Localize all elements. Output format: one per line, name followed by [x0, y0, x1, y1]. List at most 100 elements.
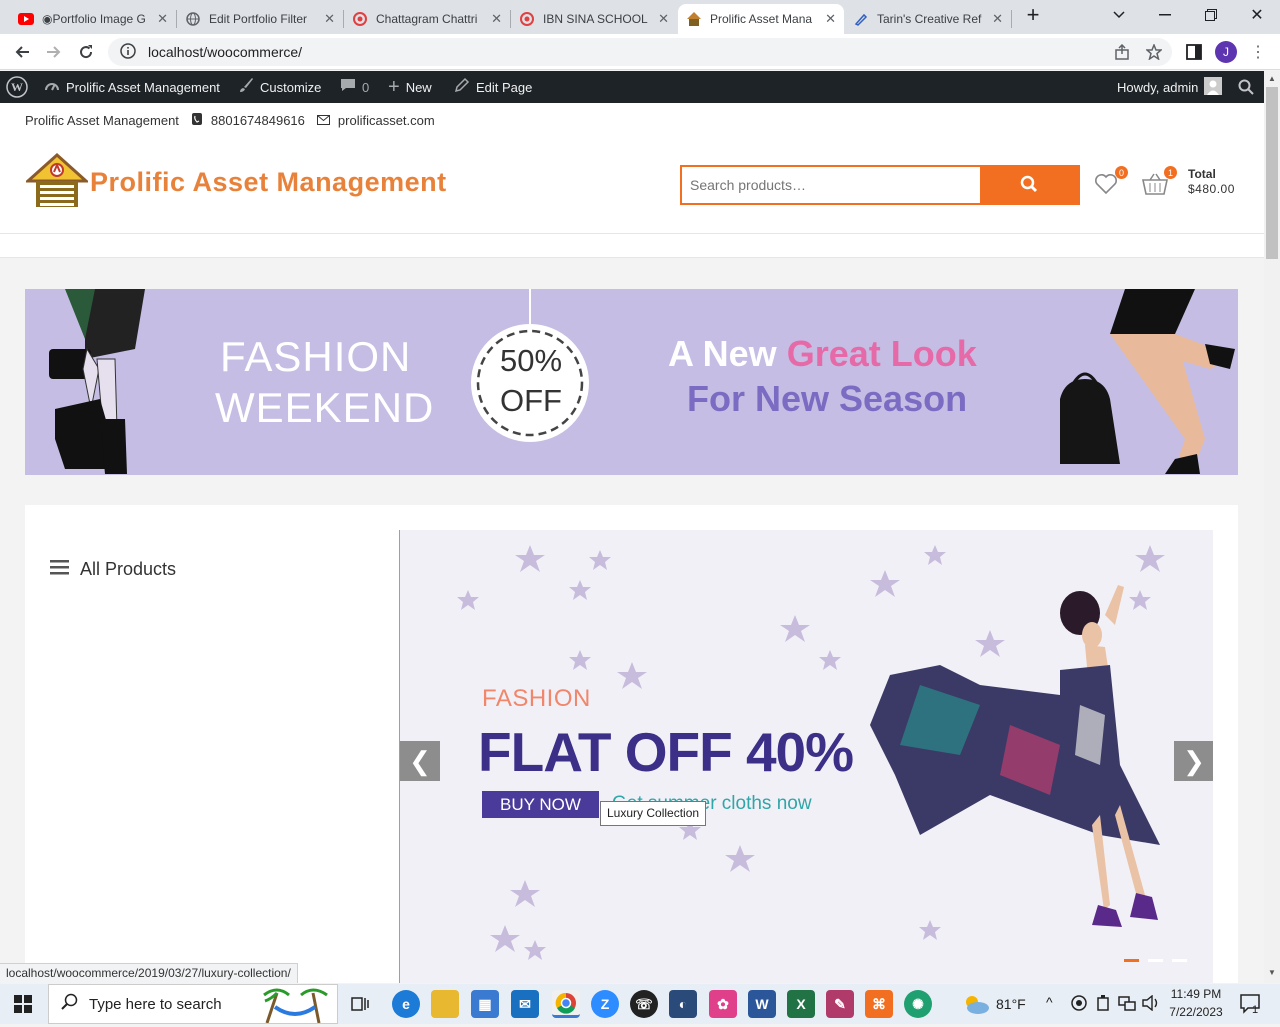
tab-tarin-creative[interactable]: Tarin's Creative Ref ✕	[845, 4, 1011, 34]
banner-line2: WEEKEND	[215, 384, 435, 431]
slider-dot[interactable]	[1172, 959, 1187, 962]
chevron-right-icon: ❯	[1183, 745, 1205, 776]
scroll-up-icon[interactable]: ▲	[1268, 74, 1276, 83]
tray-chevron-up-icon[interactable]: ^	[1046, 994, 1053, 1010]
admin-search-icon[interactable]	[1238, 71, 1254, 103]
hamburger-menu-icon	[50, 559, 69, 580]
scrollbar-thumb[interactable]	[1266, 87, 1278, 259]
tab-edit-portfolio[interactable]: Edit Portfolio Filter ✕	[177, 4, 343, 34]
share-icon[interactable]	[1108, 38, 1136, 66]
admin-account-menu[interactable]: Howdy, admin	[1117, 71, 1223, 103]
promo-banner[interactable]: FASHION WEEKEND 50% OFF A New Great Look…	[25, 289, 1238, 475]
restore-icon[interactable]	[1188, 0, 1234, 30]
admin-new-link[interactable]: + New	[388, 71, 432, 103]
all-products-menu[interactable]: All Products	[50, 559, 176, 580]
tab-prolific-asset[interactable]: Prolific Asset Mana ✕	[678, 4, 844, 34]
slider-dot-active[interactable]	[1124, 959, 1139, 962]
weather-cloud-icon[interactable]	[962, 994, 990, 1017]
pencil-icon	[454, 77, 470, 97]
bookmark-star-icon[interactable]	[1140, 38, 1168, 66]
close-tab-icon[interactable]: ✕	[992, 11, 1003, 27]
close-tab-icon[interactable]: ✕	[324, 11, 335, 27]
excel-icon[interactable]: X	[787, 990, 815, 1018]
beach-hammock-icon	[259, 987, 331, 1027]
tab-ibn-sina[interactable]: IBN SINA SCHOOL ✕	[511, 4, 677, 34]
profile-avatar[interactable]: J	[1212, 38, 1240, 66]
media-player-icon[interactable]: ◐	[669, 990, 697, 1018]
close-tab-icon[interactable]: ✕	[825, 11, 836, 27]
product-search-input[interactable]	[682, 167, 980, 203]
address-bar-row: localhost/woocommerce/ J ⋮	[0, 34, 1280, 70]
close-tab-icon[interactable]: ✕	[491, 11, 502, 27]
task-view-icon[interactable]	[346, 990, 374, 1018]
info-icon[interactable]	[120, 42, 136, 62]
tab-chattagram[interactable]: Chattagram Chattri ✕	[344, 4, 510, 34]
wordpress-logo-icon[interactable]: W	[6, 71, 28, 103]
close-tab-icon[interactable]: ✕	[658, 11, 669, 27]
xampp-icon[interactable]: ⌘	[865, 990, 893, 1018]
email-icon	[316, 113, 330, 128]
topbar-email[interactable]: prolificasset.com	[338, 113, 435, 128]
cart-total-value[interactable]: $480.00	[1188, 182, 1235, 196]
chrome-browser-icon[interactable]	[552, 990, 580, 1018]
admin-comments-link[interactable]: 0	[340, 71, 369, 103]
microsoft-store-icon[interactable]: ▦	[471, 990, 499, 1018]
tab-portfolio-image[interactable]: ◉Portfolio Image G ✕	[10, 4, 176, 34]
cart-basket-icon[interactable]	[1142, 173, 1168, 198]
slider-next-button[interactable]: ❯	[1174, 741, 1213, 781]
back-arrow-icon[interactable]	[8, 38, 36, 66]
chatgpt-icon[interactable]: ✺	[904, 990, 932, 1018]
volume-icon[interactable]	[1142, 994, 1160, 1014]
windows-start-icon[interactable]	[14, 995, 32, 1016]
battery-plug-icon[interactable]	[1096, 995, 1110, 1014]
site-logo-icon[interactable]	[24, 152, 90, 212]
slider-prev-button[interactable]: ❮	[400, 741, 440, 781]
cart-total-label: Total	[1188, 167, 1216, 181]
taskbar-search-box[interactable]: Type here to search	[48, 984, 338, 1024]
tab-title: ◉Portfolio Image G	[42, 12, 146, 26]
url-field[interactable]: localhost/woocommerce/	[108, 38, 1172, 66]
buy-now-button[interactable]: BUY NOW	[482, 791, 599, 818]
tab-title: Prolific Asset Mana	[710, 12, 813, 26]
admin-customize-label: Customize	[260, 79, 322, 95]
close-window-icon[interactable]: ✕	[1234, 0, 1280, 30]
tab-title: IBN SINA SCHOOL	[543, 12, 648, 26]
clock-date[interactable]: 7/22/2023	[1166, 1005, 1226, 1019]
page-scrollbar[interactable]: ▲ ▼	[1264, 71, 1280, 983]
chevron-left-icon: ❮	[409, 745, 431, 776]
reload-icon[interactable]	[72, 38, 100, 66]
site-title[interactable]: Prolific Asset Management	[90, 167, 447, 198]
notification-count: 1	[1252, 1004, 1259, 1016]
network-icon[interactable]	[1118, 995, 1136, 1014]
word-icon[interactable]: W	[748, 990, 776, 1018]
zoom-app-icon[interactable]: Z	[591, 990, 619, 1018]
product-search-button[interactable]	[980, 167, 1078, 203]
admin-edit-page-link[interactable]: Edit Page	[454, 71, 532, 103]
slider-dot[interactable]	[1148, 959, 1163, 962]
forward-arrow-icon[interactable]	[40, 38, 68, 66]
tray-app-icon[interactable]	[1071, 995, 1087, 1014]
side-panel-icon[interactable]	[1180, 38, 1208, 66]
photo-app-icon[interactable]: ✿	[709, 990, 737, 1018]
tab-search-chevron-icon[interactable]	[1096, 0, 1142, 30]
woman-legs-boots-illustration	[49, 289, 145, 474]
paint-app-icon[interactable]: ✎	[826, 990, 854, 1018]
youtube-icon	[18, 11, 34, 27]
topbar-phone[interactable]: 8801674849616	[211, 113, 305, 128]
target-icon	[352, 11, 368, 27]
menu-kebab-icon[interactable]: ⋮	[1244, 38, 1272, 66]
clock-time[interactable]: 11:49 PM	[1166, 987, 1226, 1001]
scroll-down-icon[interactable]: ▼	[1268, 968, 1276, 977]
admin-site-link[interactable]: Prolific Asset Management	[44, 71, 220, 103]
hero-slider[interactable]: FASHION FLAT OFF 40% BUY NOW Get summer …	[399, 530, 1213, 983]
close-tab-icon[interactable]: ✕	[157, 11, 168, 27]
minimize-icon[interactable]	[1142, 0, 1188, 30]
edge-browser-icon[interactable]: e	[392, 990, 420, 1018]
banner-line1: FASHION	[220, 333, 412, 380]
new-tab-button[interactable]: +	[1010, 0, 1056, 30]
admin-customize-link[interactable]: Customize	[238, 71, 321, 103]
wishlist-heart-icon[interactable]	[1094, 173, 1118, 198]
mail-icon[interactable]: ✉	[511, 990, 539, 1018]
whatsapp-icon[interactable]: ☏	[630, 990, 658, 1018]
file-explorer-icon[interactable]	[431, 990, 459, 1018]
